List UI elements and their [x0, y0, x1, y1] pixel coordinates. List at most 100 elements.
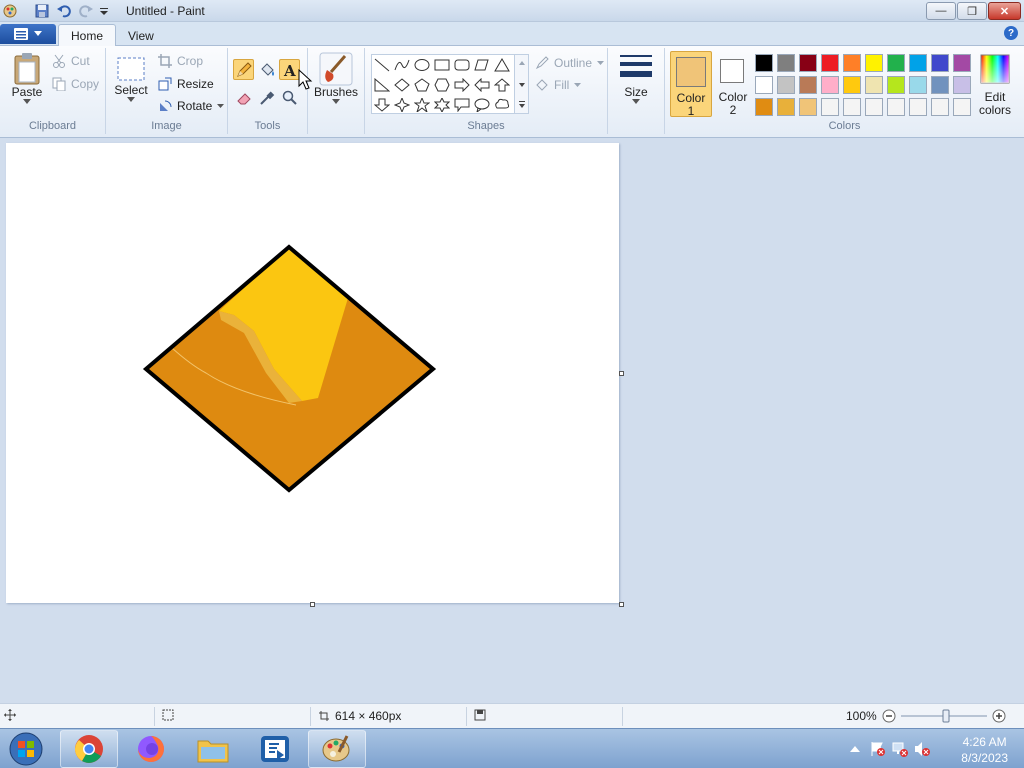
- customize-quick-access-icon[interactable]: [98, 3, 110, 19]
- color-1-button[interactable]: Color 1: [670, 51, 712, 118]
- four-point-star-shape[interactable]: [392, 95, 412, 114]
- resize-handle-corner[interactable]: [619, 602, 624, 607]
- rectangle-shape[interactable]: [432, 55, 452, 74]
- pentagon-shape[interactable]: [412, 75, 432, 94]
- tab-view[interactable]: View: [116, 24, 166, 47]
- save-icon[interactable]: [34, 3, 50, 19]
- action-center-flag-icon[interactable]: [870, 741, 886, 757]
- palette-swatch[interactable]: [887, 54, 905, 72]
- size-button[interactable]: Size: [616, 52, 656, 104]
- polygon-shape[interactable]: [472, 55, 492, 74]
- triangle-shape[interactable]: [492, 55, 512, 74]
- left-arrow-shape[interactable]: [472, 75, 492, 94]
- palette-swatch[interactable]: [777, 76, 795, 94]
- palette-swatch[interactable]: [755, 98, 773, 116]
- palette-swatch[interactable]: [777, 54, 795, 72]
- text-tool[interactable]: A: [279, 59, 300, 80]
- rounded-rectangle-shape[interactable]: [452, 55, 472, 74]
- resize-handle-right[interactable]: [619, 371, 624, 376]
- palette-swatch[interactable]: [953, 76, 971, 94]
- select-button[interactable]: Select: [114, 56, 148, 102]
- palette-swatch[interactable]: [777, 98, 795, 116]
- taskbar-remote-app[interactable]: [246, 730, 304, 768]
- eraser-tool[interactable]: [233, 87, 254, 108]
- network-icon[interactable]: [892, 741, 908, 757]
- palette-swatch[interactable]: [821, 76, 839, 94]
- system-clock[interactable]: 4:26 AM 8/3/2023: [961, 734, 1008, 766]
- redo-icon[interactable]: [78, 3, 94, 19]
- edit-colors-button[interactable]: Edit colors: [973, 51, 1017, 117]
- palette-swatch[interactable]: [843, 54, 861, 72]
- pencil-tool[interactable]: [233, 59, 254, 80]
- palette-swatch[interactable]: [909, 98, 927, 116]
- palette-swatch[interactable]: [931, 98, 949, 116]
- undo-icon[interactable]: [56, 3, 72, 19]
- curve-shape[interactable]: [392, 55, 412, 74]
- paste-button[interactable]: Paste: [8, 52, 46, 104]
- zoom-slider[interactable]: [900, 709, 987, 723]
- canvas-workspace[interactable]: [0, 69, 1024, 703]
- down-arrow-shape[interactable]: [372, 95, 392, 114]
- palette-swatch[interactable]: [799, 98, 817, 116]
- oval-shape[interactable]: [412, 55, 432, 74]
- color-2-button[interactable]: Color 2: [715, 51, 751, 117]
- cut-button[interactable]: Cut: [52, 54, 90, 68]
- tab-home[interactable]: Home: [58, 24, 117, 47]
- taskbar-firefox[interactable]: [122, 730, 180, 768]
- maximize-button[interactable]: ❐: [957, 2, 987, 20]
- taskbar-paint[interactable]: [308, 730, 366, 768]
- palette-swatch[interactable]: [799, 76, 817, 94]
- right-arrow-shape[interactable]: [452, 75, 472, 94]
- palette-swatch[interactable]: [953, 54, 971, 72]
- palette-swatch[interactable]: [843, 98, 861, 116]
- palette-swatch[interactable]: [865, 54, 883, 72]
- palette-swatch[interactable]: [865, 98, 883, 116]
- shapes-scrollbar[interactable]: [514, 55, 528, 113]
- right-triangle-shape[interactable]: [372, 75, 392, 94]
- palette-swatch[interactable]: [821, 54, 839, 72]
- start-button[interactable]: [4, 730, 48, 768]
- taskbar-chrome[interactable]: [60, 730, 118, 768]
- fill-tool[interactable]: [256, 59, 277, 80]
- palette-swatch[interactable]: [755, 76, 773, 94]
- outline-button[interactable]: Outline: [535, 56, 605, 70]
- help-icon[interactable]: ?: [1004, 26, 1018, 40]
- crop-button[interactable]: Crop: [158, 54, 203, 68]
- minimize-button[interactable]: —: [926, 2, 956, 20]
- palette-swatch[interactable]: [821, 98, 839, 116]
- zoom-out-icon[interactable]: [882, 709, 896, 723]
- palette-swatch[interactable]: [909, 76, 927, 94]
- line-shape[interactable]: [372, 55, 392, 74]
- palette-swatch[interactable]: [931, 54, 949, 72]
- zoom-in-icon[interactable]: [992, 709, 1006, 723]
- fill-button[interactable]: Fill: [535, 78, 582, 92]
- five-point-star-shape[interactable]: [412, 95, 432, 114]
- resize-handle-bottom[interactable]: [310, 602, 315, 607]
- hexagon-shape[interactable]: [432, 75, 452, 94]
- rotate-button[interactable]: Rotate: [158, 99, 225, 113]
- speaker-muted-icon[interactable]: [914, 741, 930, 757]
- palette-swatch[interactable]: [953, 98, 971, 116]
- color-picker-tool[interactable]: [256, 87, 277, 108]
- diamond-shape[interactable]: [392, 75, 412, 94]
- rectangular-callout-shape[interactable]: [452, 95, 472, 114]
- palette-swatch[interactable]: [843, 76, 861, 94]
- brushes-button[interactable]: Brushes: [312, 52, 360, 104]
- oval-callout-shape[interactable]: [472, 95, 492, 114]
- cloud-callout-shape[interactable]: [492, 95, 512, 114]
- palette-swatch[interactable]: [755, 54, 773, 72]
- paint-app-icon[interactable]: [2, 3, 18, 19]
- palette-swatch[interactable]: [887, 76, 905, 94]
- palette-swatch[interactable]: [909, 54, 927, 72]
- close-button[interactable]: ✕: [988, 2, 1021, 20]
- drawing-canvas[interactable]: [6, 69, 619, 603]
- palette-swatch[interactable]: [931, 76, 949, 94]
- palette-swatch[interactable]: [887, 98, 905, 116]
- palette-swatch[interactable]: [799, 54, 817, 72]
- six-point-star-shape[interactable]: [432, 95, 452, 114]
- palette-swatch[interactable]: [865, 76, 883, 94]
- up-arrow-shape[interactable]: [492, 75, 512, 94]
- copy-button[interactable]: Copy: [52, 77, 99, 91]
- resize-button[interactable]: Resize: [158, 77, 214, 91]
- show-hidden-icons-icon[interactable]: [850, 745, 860, 753]
